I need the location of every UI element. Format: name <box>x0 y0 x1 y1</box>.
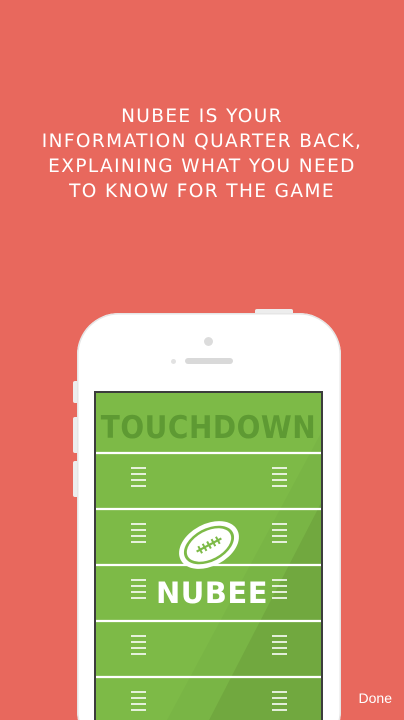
football-field: TOUCHDOWN NUBEE <box>96 393 321 720</box>
done-button[interactable]: Done <box>359 690 392 706</box>
phone-screen: TOUCHDOWN NUBEE <box>94 391 323 720</box>
phone-volume-down <box>73 461 77 497</box>
headline-line-4: TO KNOW FOR THE GAME <box>69 181 335 202</box>
headline-line-2: INFORMATION QUARTER BACK, <box>41 131 363 152</box>
phone-camera-icon <box>204 337 213 346</box>
nubee-logo-text: NUBEE <box>156 576 268 610</box>
headline-line-3: EXPLAINING WHAT YOU NEED <box>48 156 356 177</box>
phone-power-button <box>255 309 293 313</box>
onboarding-headline: NUBEE IS YOUR INFORMATION QUARTER BACK, … <box>0 104 404 204</box>
phone-mute-switch <box>73 381 77 403</box>
phone-sensor <box>171 359 176 364</box>
endzone-text: TOUCHDOWN <box>101 409 316 446</box>
phone-illustration: TOUCHDOWN NUBEE <box>73 309 341 720</box>
headline-line-1: NUBEE IS YOUR <box>121 106 283 127</box>
phone-speaker <box>185 358 233 364</box>
phone-volume-up <box>73 417 77 453</box>
